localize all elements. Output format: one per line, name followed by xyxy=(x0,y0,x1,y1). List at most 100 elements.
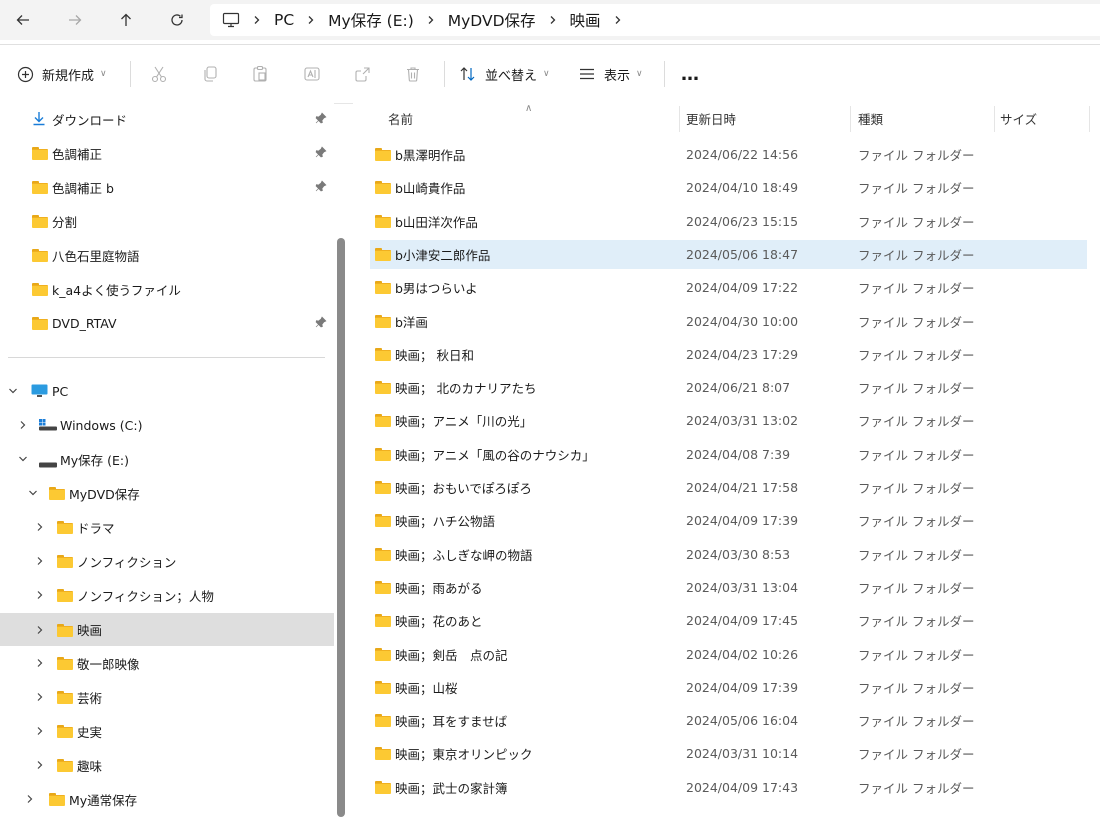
file-date: 2024/06/23 15:15 xyxy=(686,214,799,229)
file-row[interactable]: 映画；山桜 2024/04/09 17:39 ファイル フォルダー xyxy=(370,673,1087,702)
chevron-right-icon[interactable] xyxy=(33,758,47,772)
sidebar-item-split[interactable]: 分割 xyxy=(0,206,334,236)
pin-icon[interactable] xyxy=(315,145,327,161)
folder-icon xyxy=(32,317,48,330)
chevron-down-icon[interactable] xyxy=(16,452,30,466)
file-type: ファイル フォルダー xyxy=(858,514,975,529)
breadcrumb-item-mydvd[interactable]: MyDVD保存 xyxy=(442,9,542,31)
sidebar-item-nonfiction-person[interactable]: ノンフィクション；人物 xyxy=(0,580,334,610)
view-button[interactable]: 表示 ∨ xyxy=(578,45,643,103)
sidebar-item-drama[interactable]: ドラマ xyxy=(0,512,334,542)
column-divider[interactable] xyxy=(1089,106,1090,132)
file-row[interactable]: 映画；ふしぎな岬の物語 2024/03/30 8:53 ファイル フォルダー xyxy=(370,540,1087,569)
sidebar-item-nonfiction[interactable]: ノンフィクション xyxy=(0,546,334,576)
new-button[interactable]: 新規作成 ∨ xyxy=(17,45,107,103)
column-divider[interactable] xyxy=(994,106,995,132)
chevron-down-icon[interactable] xyxy=(26,486,40,500)
up-button[interactable] xyxy=(112,6,140,34)
file-row[interactable]: b男はつらいよ 2024/04/09 17:22 ファイル フォルダー xyxy=(370,273,1087,302)
sidebar-item-downloads[interactable]: ダウンロード xyxy=(0,104,334,134)
sidebar-item-color-correction[interactable]: 色調補正 xyxy=(0,138,334,168)
column-header-date[interactable]: 更新日時 xyxy=(686,103,736,133)
file-row[interactable]: 映画；耳をすませば 2024/05/06 16:04 ファイル フォルダー xyxy=(370,706,1087,735)
chevron-right-icon[interactable] xyxy=(33,623,47,637)
breadcrumb-item-drive[interactable]: My保存 (E:) xyxy=(322,9,420,31)
file-row[interactable]: b小津安二郎作品 2024/05/06 18:47 ファイル フォルダー xyxy=(370,240,1087,269)
breadcrumb[interactable]: PC My保存 (E:) MyDVD保存 映画 xyxy=(210,4,1100,36)
file-row[interactable]: 映画；剣岳 点の記 2024/04/02 10:26 ファイル フォルダー xyxy=(370,640,1087,669)
forward-button[interactable] xyxy=(61,6,89,34)
file-row[interactable]: b洋画 2024/04/30 10:00 ファイル フォルダー xyxy=(370,307,1087,336)
file-row[interactable]: 映画；おもいでぽろぽろ 2024/04/21 17:58 ファイル フォルダー xyxy=(370,473,1087,502)
sidebar-item-history[interactable]: 史実 xyxy=(0,716,334,746)
column-header-size[interactable]: サイズ xyxy=(1000,103,1037,133)
column-divider[interactable] xyxy=(850,106,851,132)
file-row[interactable]: 映画；雨あがる 2024/03/31 13:04 ファイル フォルダー xyxy=(370,573,1087,602)
sidebar-scrollbar[interactable] xyxy=(337,238,345,817)
folder-icon xyxy=(32,283,48,296)
sidebar-item-my-tsujo[interactable]: My通常保存 xyxy=(0,784,334,814)
chevron-right-icon[interactable] xyxy=(16,418,30,432)
sidebar-item-color-correction-b[interactable]: 色調補正 b xyxy=(0,172,334,202)
file-row[interactable]: 映画；武士の家計簿 2024/04/09 17:43 ファイル フォルダー xyxy=(370,773,1087,802)
file-row[interactable]: b山田洋次作品 2024/06/23 15:15 ファイル フォルダー xyxy=(370,207,1087,236)
chevron-right-icon[interactable] xyxy=(33,690,47,704)
pin-icon[interactable] xyxy=(315,315,327,331)
sidebar-item-dvd-rtav[interactable]: DVD_RTAV xyxy=(0,308,334,338)
file-row[interactable]: b山崎貴作品 2024/04/10 18:49 ファイル フォルダー xyxy=(370,173,1087,202)
breadcrumb-item-pc[interactable]: PC xyxy=(268,11,300,29)
rename-button[interactable] xyxy=(303,45,321,103)
pin-icon[interactable] xyxy=(315,111,327,127)
sidebar-item-k-a4[interactable]: k_a4よく使うファイル xyxy=(0,274,334,304)
sidebar-item-yairoishi[interactable]: 八色石里庭物語 xyxy=(0,240,334,270)
file-row[interactable]: b黒澤明作品 2024/06/22 14:56 ファイル フォルダー xyxy=(370,140,1087,169)
chevron-right-icon[interactable] xyxy=(33,588,47,602)
sort-button[interactable]: 並べ替え ∨ xyxy=(459,45,550,103)
chevron-right-icon[interactable] xyxy=(23,792,37,806)
breadcrumb-chevron-icon[interactable] xyxy=(300,15,322,25)
sidebar-item-eiga[interactable]: 映画 xyxy=(0,613,334,646)
column-header-type[interactable]: 種類 xyxy=(858,103,883,133)
sidebar-item-windows-c[interactable]: Windows (C:) xyxy=(0,410,334,440)
file-row[interactable]: 映画； 秋日和 2024/04/23 17:29 ファイル フォルダー xyxy=(370,340,1087,369)
monitor-icon[interactable] xyxy=(220,12,246,28)
chevron-right-icon[interactable] xyxy=(33,656,47,670)
file-row[interactable]: 映画；東京オリンピック 2024/03/31 10:14 ファイル フォルダー xyxy=(370,739,1087,768)
file-row[interactable]: 映画；アニメ「風の谷のナウシカ」 2024/04/08 7:39 ファイル フォルダ… xyxy=(370,440,1087,469)
file-row[interactable]: 映画；ハチ公物語 2024/04/09 17:39 ファイル フォルダー xyxy=(370,506,1087,535)
sidebar-item-mydvd[interactable]: MyDVD保存 xyxy=(0,478,334,508)
sidebar-item-art[interactable]: 芸術 xyxy=(0,682,334,712)
file-row[interactable]: 映画； 北のカナリアたち 2024/06/21 8:07 ファイル フォルダー xyxy=(370,373,1087,402)
sidebar-item-label: My保存 (E:) xyxy=(60,452,130,468)
breadcrumb-chevron-icon[interactable] xyxy=(420,15,442,25)
sidebar-item-keiichiro[interactable]: 敬一郎映像 xyxy=(0,648,334,678)
back-button[interactable] xyxy=(9,6,37,34)
pin-icon[interactable] xyxy=(315,179,327,195)
cut-button[interactable] xyxy=(150,45,168,103)
file-row[interactable]: 映画；花のあと 2024/04/09 17:45 ファイル フォルダー xyxy=(370,606,1087,635)
sidebar-item-my-hozon-e[interactable]: My保存 (E:) xyxy=(0,444,334,474)
folder-icon xyxy=(32,215,48,228)
chevron-down-icon[interactable] xyxy=(6,384,20,398)
breadcrumb-chevron-icon[interactable] xyxy=(607,15,629,25)
file-list: ∧ 名前 更新日時 種類 サイズ b黒澤明作品 2024/06/22 14:56 フ… xyxy=(353,103,1100,817)
refresh-button[interactable] xyxy=(163,6,191,34)
breadcrumb-item-current[interactable]: 映画 xyxy=(564,9,607,31)
chevron-right-icon[interactable] xyxy=(33,554,47,568)
breadcrumb-chevron-icon[interactable] xyxy=(542,15,564,25)
sidebar-item-hobby[interactable]: 趣味 xyxy=(0,750,334,780)
chevron-right-icon[interactable] xyxy=(33,724,47,738)
column-divider[interactable] xyxy=(679,106,680,132)
column-header-name[interactable]: 名前 xyxy=(388,103,413,133)
file-row[interactable]: 映画；アニメ「川の光」 2024/03/31 13:02 ファイル フォルダー xyxy=(370,406,1087,435)
chevron-right-icon[interactable] xyxy=(33,520,47,534)
delete-button[interactable] xyxy=(404,45,422,103)
paste-button[interactable] xyxy=(251,45,269,103)
breadcrumb-chevron-icon[interactable] xyxy=(246,15,268,25)
copy-button[interactable] xyxy=(201,45,219,103)
more-options-button[interactable]: … xyxy=(681,45,700,103)
file-name: b男はつらいよ xyxy=(395,281,478,296)
sidebar-item-pc[interactable]: PC xyxy=(0,376,334,406)
share-button[interactable] xyxy=(354,45,372,103)
folder-icon xyxy=(57,555,73,568)
